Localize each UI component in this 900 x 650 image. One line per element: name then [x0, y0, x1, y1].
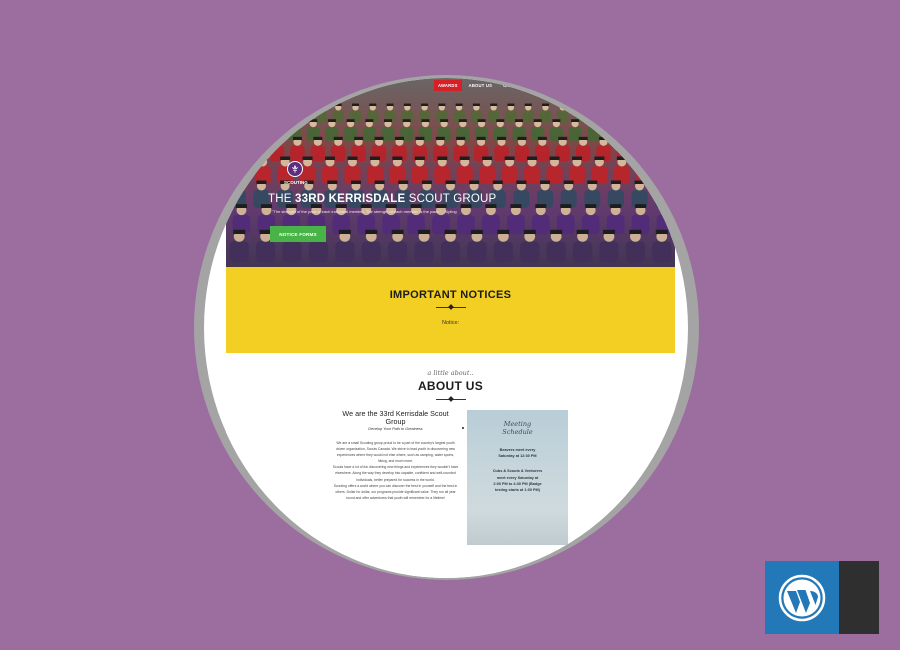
hero-section: AWARDS ABOUT US CALENDAR SCOUTING THE 33… — [226, 78, 675, 267]
nav-item-calendar[interactable]: CALENDAR — [499, 80, 532, 91]
about-paragraph: Scouts have a lot of fun discovering new… — [332, 465, 459, 482]
wordpress-badge — [765, 561, 879, 634]
wordpress-logo-icon — [765, 561, 839, 634]
website-screenshot: AWARDS ABOUT US CALENDAR SCOUTING THE 33… — [226, 78, 675, 578]
notice-text: Notice: — [441, 320, 460, 326]
about-tagline: Develop Your Path to Greatness — [368, 427, 423, 431]
about-pre-heading: a little about.. — [427, 369, 474, 377]
main-nav: AWARDS ABOUT US CALENDAR — [434, 80, 532, 91]
nav-item-awards[interactable]: AWARDS — [434, 80, 462, 91]
circular-website-preview: AWARDS ABOUT US CALENDAR SCOUTING THE 33… — [204, 78, 688, 578]
notice-forms-button[interactable]: NOTICE FORMS — [270, 226, 326, 242]
schedule-title: Meeting Schedule — [502, 420, 533, 436]
scouting-logo[interactable]: SCOUTING — [284, 161, 308, 185]
section-divider — [435, 396, 466, 402]
about-subheading: We are the 33rd Kerrisdale Scout Group — [342, 409, 449, 426]
important-notices-section: IMPORTANT NOTICES Notice: — [226, 267, 675, 353]
meeting-schedule-card: Meeting Schedule Beavers meet every Saturd… — [467, 410, 568, 545]
notices-heading: IMPORTANT NOTICES — [389, 289, 512, 301]
section-divider — [435, 304, 466, 310]
badge-dark-block — [839, 561, 879, 634]
about-body: We are a small Scouting group proud to b… — [332, 440, 459, 501]
cubs-scouts-schedule: Cubs & Scouts & Venturers meet every Satu… — [492, 469, 543, 493]
hero-title: THE 33RD KERRISDALE SCOUT GROUP — [268, 193, 497, 205]
hero-quote: "The strength of the pack is each indivi… — [272, 209, 457, 214]
about-paragraph: We are a small Scouting group proud to b… — [336, 441, 455, 464]
about-section: a little about.. ABOUT US We are the 33r… — [226, 353, 675, 578]
fleur-de-lis-icon — [287, 161, 303, 177]
about-paragraph: Scouting offers a world where you can di… — [333, 483, 458, 500]
beavers-schedule: Beavers meet every Saturday at 12:30 PM — [498, 448, 537, 459]
nav-item-about-us[interactable]: ABOUT US — [465, 80, 496, 91]
bullet-dot — [462, 427, 464, 429]
about-heading: ABOUT US — [417, 379, 484, 393]
about-text-column: We are the 33rd Kerrisdale Scout Group D… — [332, 410, 459, 501]
logo-text: SCOUTING — [284, 180, 308, 185]
